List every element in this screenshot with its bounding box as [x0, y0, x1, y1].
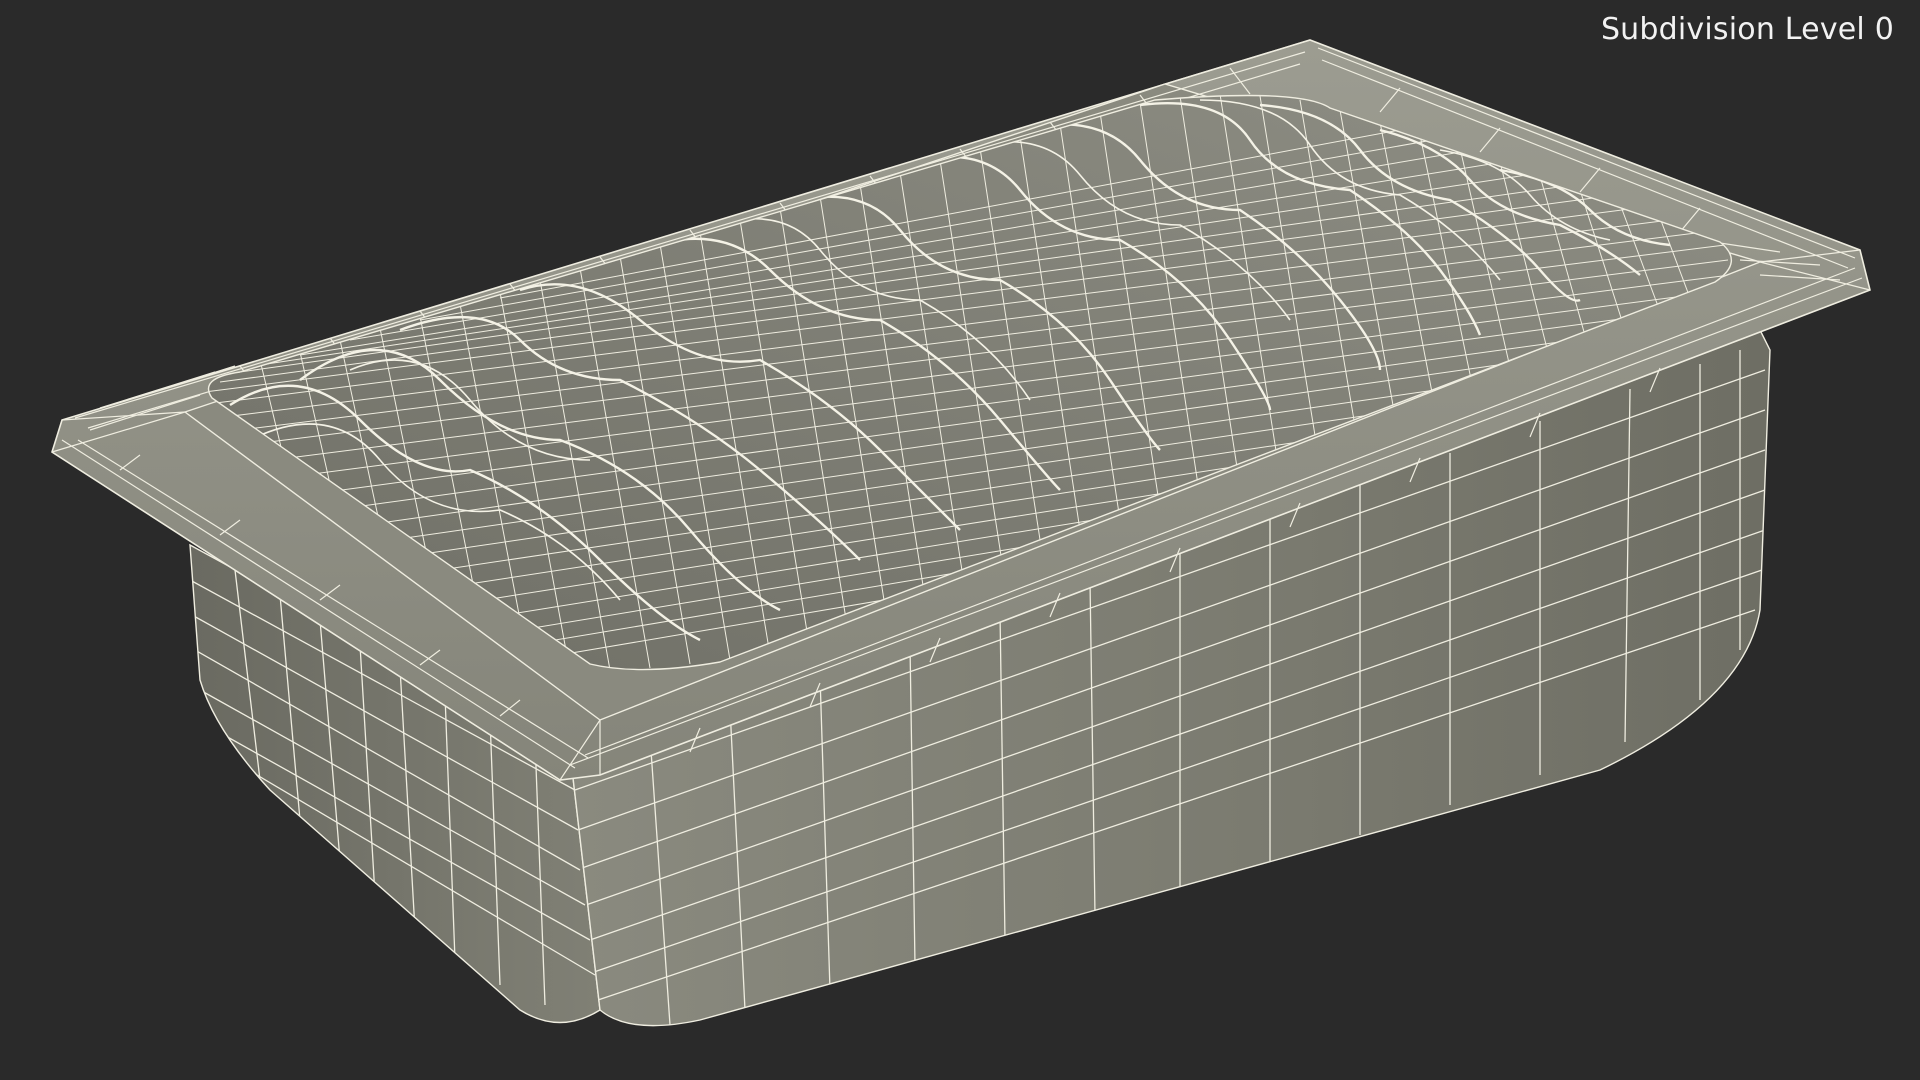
- 3d-viewport[interactable]: Subdivision Level 0: [0, 0, 1920, 1080]
- subdivision-level-label: Subdivision Level 0: [1600, 12, 1894, 47]
- tray-wireframe-model: [51, 39, 1871, 1027]
